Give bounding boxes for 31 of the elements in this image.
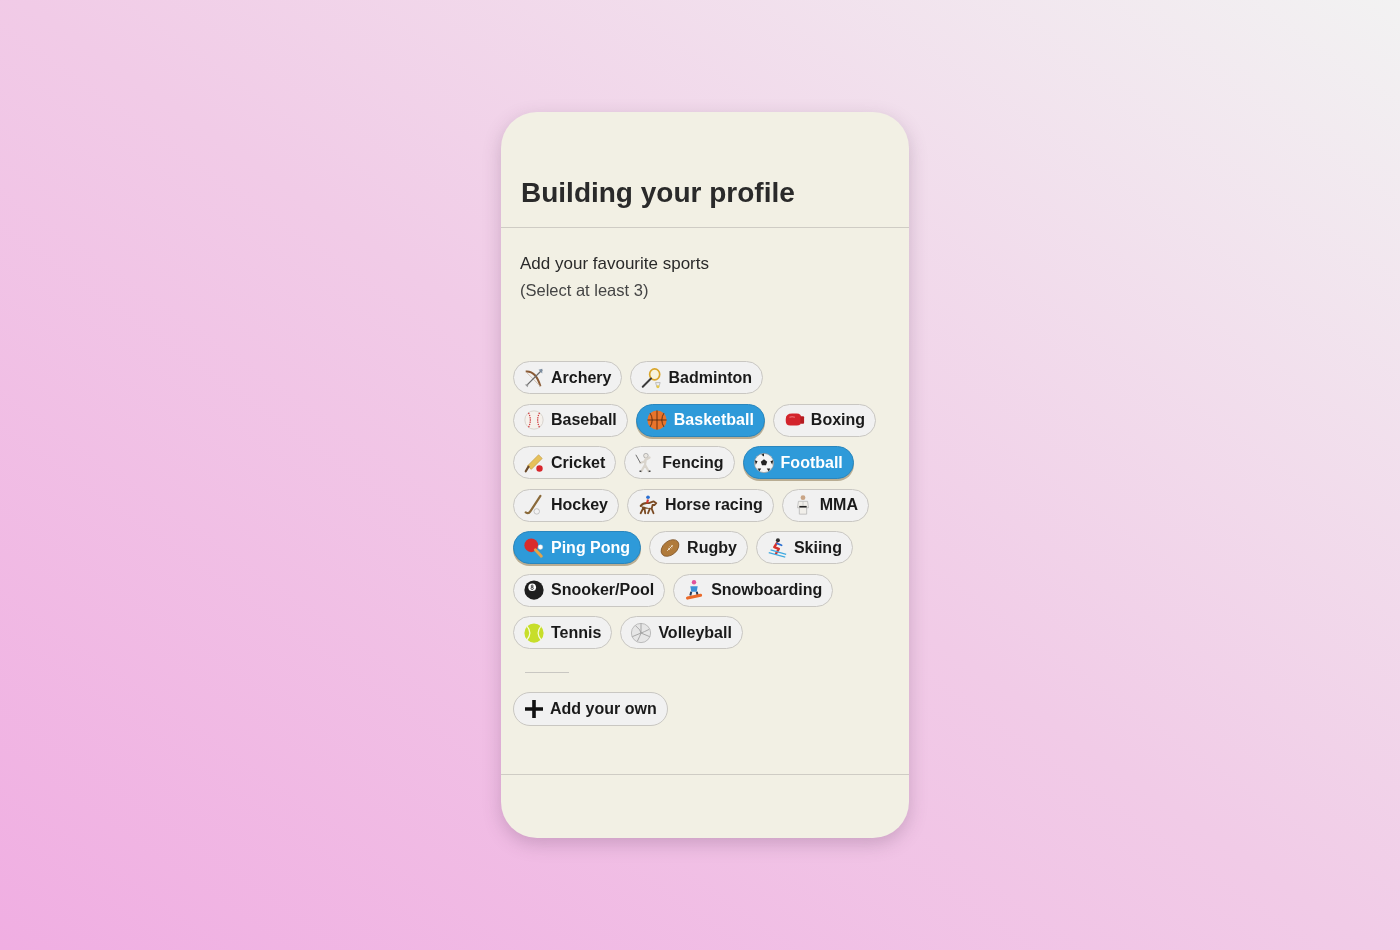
- page-title: Building your profile: [521, 176, 796, 210]
- sport-chip[interactable]: Snooker/Pool: [513, 573, 666, 607]
- sport-chip[interactable]: MMA: [781, 488, 869, 522]
- cricket-bat-icon: [523, 451, 545, 474]
- volleyball-icon: [630, 621, 653, 644]
- section-heading: Add your favourite sports: [520, 253, 710, 275]
- bow-and-arrow-icon: [523, 366, 545, 389]
- soccer-ball-icon: [752, 451, 775, 474]
- sport-chip[interactable]: Badminton: [630, 361, 764, 394]
- sport-chip[interactable]: Volleyball: [620, 616, 743, 649]
- sport-chip[interactable]: Boxing: [772, 403, 877, 437]
- sport-chip[interactable]: Fencing: [624, 446, 735, 479]
- sport-chip[interactable]: Archery: [513, 361, 623, 394]
- paddle-icon: [523, 536, 545, 559]
- sport-chip[interactable]: Tennis: [513, 616, 613, 649]
- plus-icon: [524, 699, 544, 719]
- sport-chip[interactable]: Skiing: [755, 531, 853, 564]
- baseball-icon: [523, 409, 545, 431]
- basketball-icon: [645, 409, 668, 431]
- sport-chip[interactable]: Cricket: [513, 446, 617, 479]
- tennis-ball-icon: [523, 621, 545, 644]
- racket-icon: [640, 366, 663, 389]
- selection-hint: (Select at least 3): [520, 280, 650, 301]
- billiard-ball-icon: [523, 579, 545, 601]
- add-your-own-button[interactable]: Add your own: [513, 692, 668, 726]
- sport-chip[interactable]: Rugby: [649, 531, 748, 564]
- sport-chip[interactable]: Snowboarding: [673, 573, 834, 607]
- sport-chip[interactable]: Baseball: [513, 403, 628, 437]
- rugby-ball-icon: [659, 536, 682, 559]
- sport-chip[interactable]: Horse racing: [626, 488, 774, 522]
- sport-chip[interactable]: Hockey: [513, 488, 619, 522]
